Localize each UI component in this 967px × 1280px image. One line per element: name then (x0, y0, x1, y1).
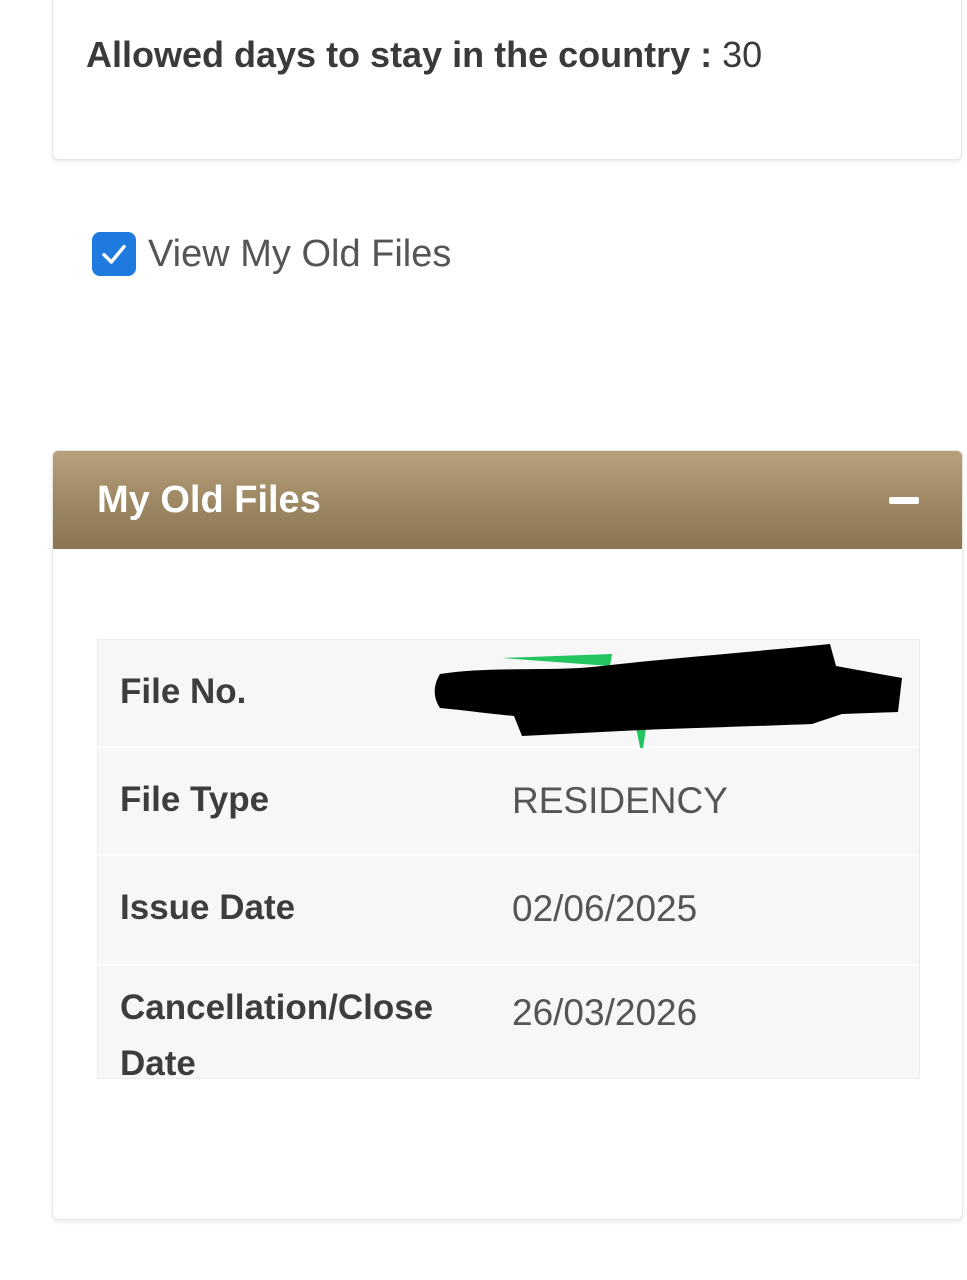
issue-date-value: 02/06/2025 (512, 888, 698, 929)
redaction-scribble (434, 644, 902, 748)
view-old-files-label[interactable]: View My Old Files (148, 233, 451, 276)
file-type-value: RESIDENCY (512, 780, 728, 821)
old-files-panel-header: My Old Files (53, 451, 962, 549)
file-type-label: File Type (120, 780, 270, 819)
file-no-label: File No. (120, 672, 247, 711)
old-files-table: File No. File Type RESIDENCY Issue Date … (97, 639, 920, 1083)
view-old-files-toggle[interactable]: View My Old Files (92, 232, 451, 276)
table-row-cancellation-date: Cancellation/Close Date 26/03/2026 (98, 966, 919, 1083)
stay-info-card (52, 0, 962, 160)
cancellation-date-label: Cancellation/Close Date (120, 988, 434, 1083)
issue-date-label: Issue Date (120, 888, 296, 927)
table-row-file-no: File No. (98, 640, 919, 748)
minus-icon (889, 496, 919, 504)
allowed-days-line: Allowed days to stay in the country : 30 (86, 34, 762, 76)
table-row-file-type: File Type RESIDENCY (98, 748, 919, 856)
old-files-panel: My Old Files File No. File Type RESIDENC… (52, 450, 963, 1220)
cancellation-date-value: 26/03/2026 (512, 992, 698, 1033)
allowed-days-label: Allowed days to stay in the country (86, 34, 691, 75)
checkmark-icon (102, 244, 126, 264)
allowed-days-separator: : (690, 34, 723, 75)
table-row-issue-date: Issue Date 02/06/2025 (98, 856, 919, 966)
allowed-days-value: 30 (722, 34, 763, 75)
old-files-panel-title: My Old Files (97, 479, 321, 521)
collapse-button[interactable] (888, 489, 920, 511)
view-old-files-checkbox[interactable] (92, 232, 136, 276)
